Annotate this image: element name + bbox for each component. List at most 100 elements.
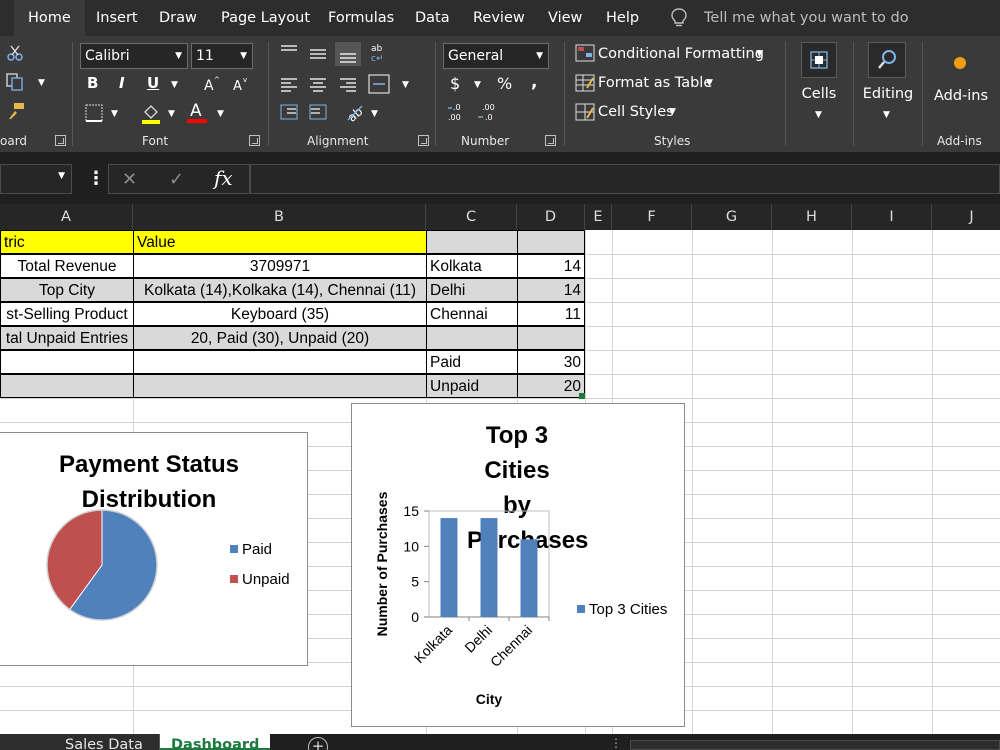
column-header-j[interactable]: J xyxy=(932,204,1000,230)
horizontal-scrollbar[interactable] xyxy=(630,740,1000,750)
name-box[interactable]: ▼ xyxy=(0,164,72,194)
column-header-i[interactable]: I xyxy=(852,204,932,230)
cell-b4[interactable]: Keyboard (35) xyxy=(133,302,427,326)
cell-b6[interactable] xyxy=(133,350,427,374)
tab-insert[interactable]: Insert xyxy=(96,0,138,36)
decrease-indent-icon[interactable] xyxy=(280,104,298,120)
column-header-f[interactable]: F xyxy=(612,204,692,230)
cell-c7[interactable]: Unpaid xyxy=(426,374,518,398)
cell-d6[interactable]: 30 xyxy=(517,350,585,374)
cell-d4[interactable]: 11 xyxy=(517,302,585,326)
column-header-e[interactable]: E xyxy=(585,204,612,230)
cell-b7[interactable] xyxy=(133,374,427,398)
cell-b2[interactable]: 3709971 xyxy=(133,254,427,278)
chevron-down-icon[interactable]: ▼ xyxy=(669,107,676,117)
cell-a2[interactable]: Total Revenue xyxy=(0,254,134,278)
insert-function-icon[interactable]: fx xyxy=(214,166,233,190)
align-bottom-icon[interactable] xyxy=(335,42,361,66)
tab-help[interactable]: Help xyxy=(606,0,639,36)
merge-center-icon[interactable] xyxy=(368,74,390,94)
enter-icon[interactable]: ✓ xyxy=(169,169,184,190)
cell-c6[interactable]: Paid xyxy=(426,350,518,374)
number-launcher-icon[interactable] xyxy=(545,135,556,146)
conditional-formatting-icon[interactable] xyxy=(575,44,595,62)
cell-styles-icon[interactable] xyxy=(575,103,595,121)
percent-button[interactable]: % xyxy=(497,74,512,93)
wrap-text-icon[interactable]: ab c↵ xyxy=(370,42,388,64)
tab-data[interactable]: Data xyxy=(415,0,450,36)
align-top-icon[interactable] xyxy=(280,44,298,58)
fill-handle[interactable] xyxy=(579,393,585,399)
cells-button-label[interactable]: Cells xyxy=(795,86,843,102)
font-size-box[interactable]: 11 ▼ xyxy=(191,43,253,69)
column-header-g[interactable]: G xyxy=(692,204,772,230)
cell-c5[interactable] xyxy=(426,326,518,350)
cell-a6[interactable] xyxy=(0,350,134,374)
align-center-icon[interactable] xyxy=(309,76,327,92)
sheet-tab-sales-data[interactable]: Sales Data xyxy=(0,734,160,750)
cell-d7[interactable]: 20 xyxy=(517,374,585,398)
orientation-dropdown-icon[interactable]: ▼ xyxy=(371,109,378,119)
currency-button[interactable]: $ xyxy=(450,74,460,93)
format-as-table-icon[interactable] xyxy=(575,74,595,92)
font-color-dropdown-icon[interactable]: ▼ xyxy=(217,109,224,119)
decrease-font-icon[interactable]: Av xyxy=(232,76,248,92)
underline-button[interactable]: U xyxy=(147,74,159,92)
fill-color-icon[interactable] xyxy=(141,102,161,124)
cancel-icon[interactable]: ✕ xyxy=(122,169,137,190)
chevron-down-icon[interactable]: ▼ xyxy=(706,78,713,88)
worksheet-grid[interactable]: A B C D E F G H I J tric Value Total Rev… xyxy=(0,204,1000,734)
editing-button-label[interactable]: Editing xyxy=(860,86,916,102)
merge-dropdown-icon[interactable]: ▼ xyxy=(402,80,409,90)
italic-button[interactable]: I xyxy=(119,74,125,92)
bold-button[interactable]: B xyxy=(87,74,98,92)
tab-review[interactable]: Review xyxy=(473,0,525,36)
font-color-icon[interactable]: A xyxy=(186,100,208,124)
chevron-down-icon[interactable]: ▼ xyxy=(756,49,763,59)
conditional-formatting-button[interactable]: Conditional Formatting xyxy=(598,46,764,62)
cell-c3[interactable]: Delhi xyxy=(426,278,518,302)
cell-a3[interactable]: Top City xyxy=(0,278,134,302)
cell-d2[interactable]: 14 xyxy=(517,254,585,278)
add-sheet-icon[interactable]: + xyxy=(308,737,328,750)
copy-icon[interactable] xyxy=(6,73,24,91)
fill-color-dropdown-icon[interactable]: ▼ xyxy=(168,109,175,119)
borders-dropdown-icon[interactable]: ▼ xyxy=(111,109,118,119)
chevron-down-icon[interactable]: ▼ xyxy=(883,110,890,120)
format-as-table-button[interactable]: Format as Table xyxy=(598,75,712,91)
cell-a7[interactable] xyxy=(0,374,134,398)
comma-style-button[interactable]: , xyxy=(531,72,537,92)
cells-icon[interactable] xyxy=(801,42,837,78)
font-launcher-icon[interactable] xyxy=(249,135,260,146)
cell-b3[interactable]: Kolkata (14),Kolkaka (14), Chennai (11) xyxy=(133,278,427,302)
align-middle-icon[interactable] xyxy=(309,46,327,60)
tab-draw[interactable]: Draw xyxy=(159,0,197,36)
cell-d5[interactable] xyxy=(517,326,585,350)
chevron-down-icon[interactable]: ▼ xyxy=(815,110,822,120)
pie-chart[interactable]: Payment Status Distribution Paid Unpaid xyxy=(0,432,308,666)
cell-a5[interactable]: tal Unpaid Entries xyxy=(0,326,134,350)
sheet-tab-dashboard[interactable]: Dashboard xyxy=(160,734,270,750)
tab-split-handle-icon[interactable]: ⋮ xyxy=(610,736,622,750)
cell-a1[interactable]: tric xyxy=(0,230,134,254)
decrease-decimal-icon[interactable]: .00.0 xyxy=(476,102,498,122)
formula-input[interactable] xyxy=(250,164,1000,194)
column-header-b[interactable]: B xyxy=(133,204,426,230)
tab-formulas[interactable]: Formulas xyxy=(328,0,394,36)
cell-b1[interactable]: Value xyxy=(133,230,427,254)
format-painter-icon[interactable] xyxy=(6,102,26,120)
addins-icon[interactable] xyxy=(953,56,967,70)
cut-icon[interactable] xyxy=(6,44,24,62)
cell-d1[interactable] xyxy=(517,230,585,254)
tell-me-search[interactable]: Tell me what you want to do xyxy=(668,0,909,36)
alignment-launcher-icon[interactable] xyxy=(418,135,429,146)
cell-styles-button[interactable]: Cell Styles xyxy=(598,104,674,120)
increase-decimal-icon[interactable]: .0.00 xyxy=(447,102,469,122)
align-left-icon[interactable] xyxy=(280,76,298,92)
tab-home[interactable]: Home xyxy=(14,0,85,36)
tab-view[interactable]: View xyxy=(548,0,582,36)
font-name-box[interactable]: Calibri ▼ xyxy=(80,43,188,69)
cell-c4[interactable]: Chennai xyxy=(426,302,518,326)
cell-c2[interactable]: Kolkata xyxy=(426,254,518,278)
cell-a4[interactable]: st-Selling Product xyxy=(0,302,134,326)
